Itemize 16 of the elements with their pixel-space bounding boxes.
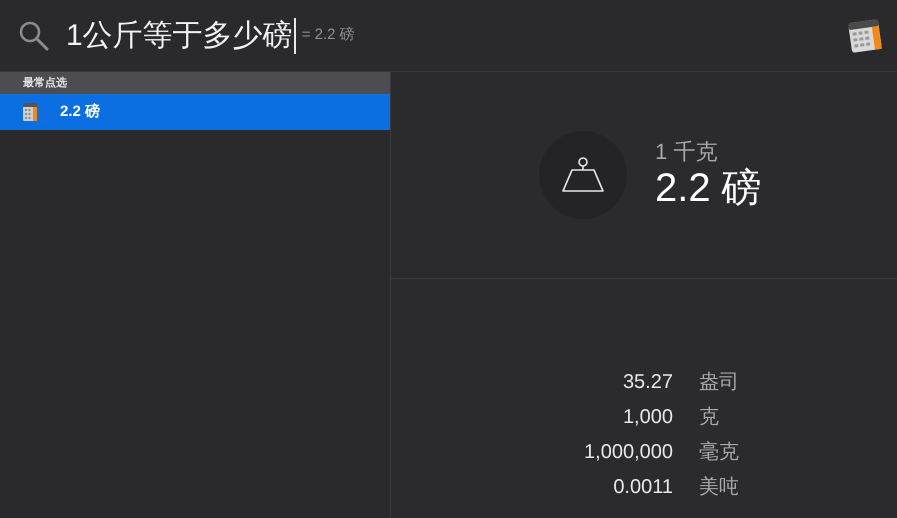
search-icon: [18, 20, 50, 52]
converted-value: 35.27: [622, 370, 673, 395]
unit-label: 美吨: [699, 475, 739, 500]
converted-value: 0.0011: [612, 475, 673, 500]
converted-value: 1,000,000: [583, 440, 673, 465]
calculator-icon: [22, 102, 38, 122]
section-header: 最常点选: [0, 72, 390, 94]
result-row[interactable]: 2.2 磅: [0, 94, 390, 130]
completion-hint: = 2.2 磅: [302, 25, 355, 46]
unit-label: 盎司: [699, 370, 739, 395]
converted-value: 1,000: [622, 405, 673, 430]
result-amount: 2.2 磅: [655, 165, 762, 211]
unit-label: 克: [699, 405, 719, 430]
search-field[interactable]: 1公斤等于多少磅: [66, 18, 296, 54]
unit-label: 毫克: [699, 440, 739, 465]
source-amount: 1 千克: [655, 139, 718, 165]
